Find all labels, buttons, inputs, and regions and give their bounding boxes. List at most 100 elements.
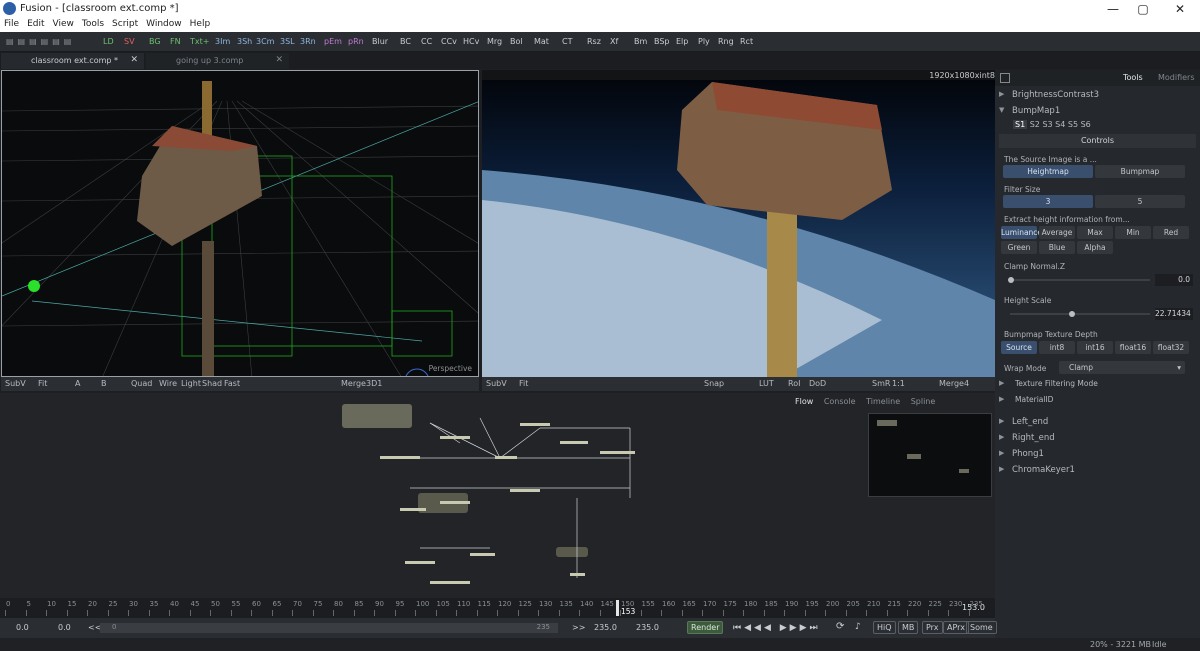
wire-button[interactable]: Wire — [159, 379, 177, 388]
wrap-mode-select[interactable]: Clamp ▾ — [1059, 361, 1185, 374]
light-button[interactable]: Light — [181, 379, 201, 388]
tool-button-ccv[interactable]: CCv — [441, 37, 457, 46]
tool-button-mrg[interactable]: Mrg — [487, 37, 502, 46]
minimize-button[interactable]: — — [1098, 1, 1128, 17]
render-start-field[interactable]: 0.0 — [58, 623, 71, 632]
viewer-right-image[interactable]: 1920x1080xint8 — [482, 70, 995, 377]
subv-menu[interactable]: SubV — [486, 379, 507, 388]
node-phong1[interactable]: ▶ Phong1 — [995, 447, 1200, 462]
flow-node[interactable] — [405, 561, 435, 564]
flow-node[interactable] — [440, 436, 470, 439]
playhead[interactable] — [616, 600, 619, 616]
filter-3-button[interactable]: 3 — [1003, 195, 1093, 208]
bumpmap-button[interactable]: Bumpmap — [1095, 165, 1185, 178]
material-id-toggle[interactable]: ▶ MaterialID — [995, 393, 1200, 408]
dod-button[interactable]: DoD — [809, 379, 826, 388]
slot-s2[interactable]: S2 — [1030, 120, 1040, 129]
render-button[interactable]: Render — [687, 621, 724, 634]
height-knob[interactable] — [1069, 311, 1075, 317]
playback-controls[interactable]: ⏮◀◀◀ ▶▶▶⏭ — [733, 623, 821, 633]
channel-a-button[interactable]: A — [75, 379, 80, 388]
light-gizmo[interactable] — [28, 280, 40, 292]
loop-icon[interactable]: ⟳ — [836, 621, 844, 632]
menu-file[interactable]: File — [0, 18, 23, 30]
close-tab-icon[interactable]: ✕ — [130, 55, 138, 65]
node-right-end[interactable]: ▶ Right_end — [995, 431, 1200, 446]
luminance-button[interactable]: Luminance — [1001, 226, 1042, 239]
slot-s1[interactable]: S1 — [1013, 120, 1028, 129]
tab-tools[interactable]: Tools — [1123, 73, 1143, 82]
render-end-field[interactable]: 235.0 — [594, 623, 617, 632]
roi-menu[interactable]: RoI — [788, 379, 800, 388]
tab-modifiers[interactable]: Modifiers — [1158, 73, 1195, 82]
tool-button-3sl[interactable]: 3SL — [280, 37, 295, 46]
menu-help[interactable]: Help — [186, 18, 215, 30]
depth-source-button[interactable]: Source — [1001, 341, 1037, 354]
mb-button[interactable]: MB — [898, 621, 919, 634]
tab-classroom-ext[interactable]: classroom ext.comp * ✕ — [1, 53, 144, 69]
timeline-ruler[interactable]: 153 153.0 0 5 10 15 20 25 30 35 40 45 50 55 60 65 70 75… — [0, 598, 995, 618]
flow-node[interactable] — [510, 489, 540, 492]
flow-node[interactable] — [430, 581, 470, 584]
slot-s5[interactable]: S5 — [1068, 120, 1078, 129]
close-button[interactable]: ✕ — [1165, 1, 1195, 17]
tool-button-pem[interactable]: pEm — [324, 37, 342, 46]
green-button[interactable]: Green — [1001, 241, 1037, 254]
flow-node[interactable] — [570, 573, 585, 576]
alpha-button[interactable]: Alpha — [1077, 241, 1113, 254]
depth-int16-button[interactable]: int16 — [1077, 341, 1113, 354]
tool-button-rsz[interactable]: Rsz — [587, 37, 601, 46]
subv-menu[interactable]: SubV — [5, 379, 26, 388]
tool-button-fn[interactable]: FN — [170, 37, 181, 46]
clamp-knob[interactable] — [1008, 277, 1014, 283]
flow-node[interactable] — [560, 441, 588, 444]
flow-node[interactable] — [400, 508, 426, 511]
collapse-icon[interactable] — [1000, 73, 1010, 83]
height-slider[interactable] — [1010, 313, 1150, 315]
filter-5-button[interactable]: 5 — [1095, 195, 1185, 208]
slot-s4[interactable]: S4 — [1055, 120, 1065, 129]
some-button[interactable]: Some — [966, 621, 997, 634]
height-value[interactable]: 22.71434 — [1155, 308, 1193, 320]
tool-button-bg[interactable]: BG — [149, 37, 161, 46]
tool-button-elp[interactable]: Elp — [676, 37, 688, 46]
tool-button-blur[interactable]: Blur — [372, 37, 388, 46]
tool-button-3rn[interactable]: 3Rn — [300, 37, 316, 46]
menu-script[interactable]: Script — [108, 18, 142, 30]
max-button[interactable]: Max — [1077, 226, 1113, 239]
global-end-field[interactable]: 235.0 — [636, 623, 659, 632]
slot-s6[interactable]: S6 — [1081, 120, 1091, 129]
tool-button-prn[interactable]: pRn — [348, 37, 364, 46]
flow-node[interactable] — [495, 456, 517, 459]
quad-button[interactable]: Quad — [131, 379, 152, 388]
slot-s3[interactable]: S3 — [1042, 120, 1052, 129]
blue-button[interactable]: Blue — [1039, 241, 1075, 254]
tool-button-ply[interactable]: Ply — [698, 37, 710, 46]
flow-node[interactable] — [470, 553, 495, 556]
tool-button-cc[interactable]: CC — [421, 37, 432, 46]
fast-button[interactable]: Fast — [224, 379, 240, 388]
clamp-slider[interactable] — [1010, 279, 1150, 281]
depth-float16-button[interactable]: float16 — [1115, 341, 1151, 354]
layout-icons[interactable]: ▤▤▤▤▤▤ — [6, 37, 75, 46]
tool-button-bol[interactable]: Bol — [510, 37, 523, 46]
node-bumpmap1[interactable]: ▼ BumpMap1 — [995, 104, 1200, 119]
channel-b-button[interactable]: B — [101, 379, 107, 388]
prx-button[interactable]: Prx — [922, 621, 943, 634]
shadow-button[interactable]: Shad — [202, 379, 222, 388]
tool-button-txt[interactable]: Txt+ — [190, 37, 209, 46]
tool-button-bc[interactable]: BC — [400, 37, 411, 46]
flow-node[interactable] — [520, 423, 550, 426]
menu-edit[interactable]: Edit — [23, 18, 48, 30]
tool-button-bm[interactable]: Bm — [634, 37, 647, 46]
clamp-value[interactable]: 0.0 — [1155, 274, 1193, 286]
menu-view[interactable]: View — [49, 18, 78, 30]
red-button[interactable]: Red — [1153, 226, 1189, 239]
fit-menu[interactable]: Fit — [38, 379, 47, 388]
lut-menu[interactable]: LUT — [759, 379, 774, 388]
depth-float32-button[interactable]: float32 — [1153, 341, 1189, 354]
maximize-button[interactable]: ▢ — [1128, 1, 1158, 17]
audio-icon[interactable]: ♪ — [855, 622, 861, 632]
close-tab-icon[interactable]: ✕ — [275, 55, 283, 65]
depth-int8-button[interactable]: int8 — [1039, 341, 1075, 354]
